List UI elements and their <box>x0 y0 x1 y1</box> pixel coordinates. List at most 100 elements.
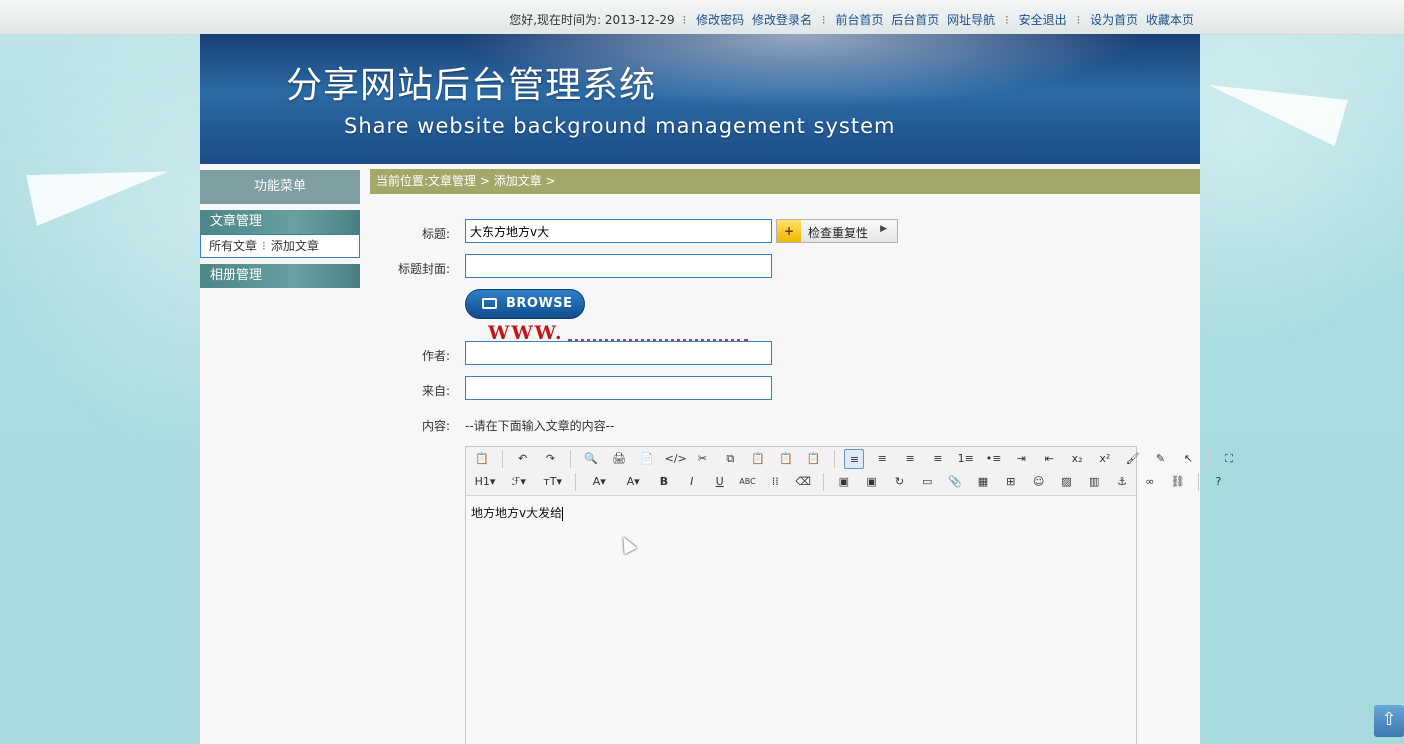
cover-label: 标题封面: <box>397 262 450 276</box>
toolbar-row-2: H1▾ ℱ▾ тT▾ A▾ A▾ B I U ABC ⁞⁞ ⌫ ▣ ▣ ↻ ▭ … <box>472 472 1232 494</box>
italic-icon[interactable]: I <box>682 472 702 492</box>
author-input[interactable] <box>465 341 772 365</box>
banner-title-cn: 分享网站后台管理系统 <box>286 65 657 106</box>
source-input[interactable] <box>465 376 772 400</box>
indent-icon[interactable]: ⇥ <box>1011 449 1031 469</box>
undo-icon[interactable]: ↶ <box>513 449 533 469</box>
admin-home-link[interactable]: 后台首页 <box>891 13 939 27</box>
folder-icon <box>482 298 497 309</box>
page-break-icon[interactable]: ▥ <box>1084 472 1104 492</box>
align-center-icon[interactable]: ≡ <box>872 449 892 469</box>
site-nav-link[interactable]: 网址导航 <box>947 13 995 27</box>
paste-icon[interactable]: 📋 <box>748 449 768 469</box>
text-caret <box>562 506 564 521</box>
sidebar-article-submenu: 所有文章 ⁝ 添加文章 <box>200 234 360 258</box>
paste-plain-icon[interactable]: 📋 <box>776 449 796 469</box>
back-to-top-icon[interactable]: ⇧ <box>1374 705 1404 737</box>
emoticon-icon[interactable]: ☺ <box>1029 472 1049 492</box>
insert-image-icon[interactable]: ▣ <box>834 472 854 492</box>
browse-label: BROWSE <box>506 296 573 311</box>
unlink-icon[interactable]: ⛓ <box>1168 472 1188 492</box>
change-login-name-link[interactable]: 修改登录名 <box>752 13 812 27</box>
outdent-icon[interactable]: ⇤ <box>1039 449 1059 469</box>
plus-icon: + <box>777 220 801 242</box>
title-label: 标题: <box>421 227 450 241</box>
sidebar-menu-title: 功能菜单 <box>200 170 360 204</box>
breadcrumb: 当前位置:文章管理 > 添加文章 > <box>370 169 1200 194</box>
sidebar-item-add-article[interactable]: 添加文章 <box>271 239 319 253</box>
source-label: 来自: <box>421 384 450 398</box>
copy-icon[interactable]: ⧉ <box>720 449 740 469</box>
align-left-icon[interactable]: ≡ <box>844 449 865 469</box>
preview-icon[interactable]: 🔍 <box>581 449 601 469</box>
sidebar-section-album[interactable]: 相册管理 <box>200 264 360 288</box>
line-height-icon[interactable]: ⁞⁞ <box>765 472 785 492</box>
check-duplicate-button[interactable]: + 检查重复性 ▶ <box>776 219 898 243</box>
eraser-icon[interactable]: ⌫ <box>793 472 813 492</box>
caret-right-icon: ▶ <box>880 224 887 234</box>
author-label: 作者: <box>421 349 450 363</box>
title-input[interactable] <box>465 219 772 243</box>
top-links: 您好,现在时间为: 2013-12-29 ⁝ 修改密码 修改登录名 ⁝ 前台首页… <box>509 13 1194 27</box>
unordered-list-icon[interactable]: •≡ <box>984 449 1004 469</box>
bold-icon[interactable]: B <box>654 472 674 492</box>
header-banner: 分享网站后台管理系统 Share website background mana… <box>200 34 1200 164</box>
content-label: 内容: <box>421 419 450 433</box>
banner-title-en: Share website background management syst… <box>344 114 896 138</box>
align-right-icon[interactable]: ≡ <box>900 449 920 469</box>
top-bar: 您好,现在时间为: 2013-12-29 ⁝ 修改密码 修改登录名 ⁝ 前台首页… <box>0 0 1404 35</box>
align-justify-icon[interactable]: ≡ <box>928 449 948 469</box>
ordered-list-icon[interactable]: 1≡ <box>956 449 976 469</box>
horizontal-rule-icon[interactable]: ⊞ <box>1001 472 1021 492</box>
attachment-icon[interactable]: 📎 <box>945 472 965 492</box>
heading-icon[interactable]: H1▾ <box>472 472 498 492</box>
multi-image-icon[interactable]: ▣ <box>862 472 882 492</box>
content-hint: --请在下面输入文章的内容-- <box>465 419 615 433</box>
cover-input[interactable] <box>465 254 772 278</box>
set-homepage-link[interactable]: 设为首页 <box>1090 13 1138 27</box>
change-password-link[interactable]: 修改密码 <box>696 13 744 27</box>
redo-icon[interactable]: ↷ <box>540 449 560 469</box>
help-icon[interactable]: ? <box>1208 472 1228 492</box>
fullscreen-icon[interactable]: ⛶ <box>1219 449 1239 469</box>
sidebar-section-article[interactable]: 文章管理 <box>200 210 360 234</box>
map-icon[interactable]: ▨ <box>1056 472 1076 492</box>
paper-plane-right-decoration <box>1202 61 1348 147</box>
template-icon[interactable]: 📄 <box>637 449 657 469</box>
subscript-icon[interactable]: x₂ <box>1067 449 1087 469</box>
media-icon[interactable]: ▭ <box>917 472 937 492</box>
editor-content-area[interactable]: 地方地方v大发给 <box>466 496 1136 529</box>
anchor-icon[interactable]: ⚓ <box>1112 472 1132 492</box>
logout-link[interactable]: 安全退出 <box>1019 13 1067 27</box>
sidebar-item-all-articles[interactable]: 所有文章 <box>209 239 257 253</box>
toolbar-row-1: 📋 ↶ ↷ 🔍 🖨 📄 </> ✂ ⧉ 📋 📋 📋 ≡ ≡ ≡ ≡ 1≡ •≡ … <box>472 449 1243 471</box>
format-painter-icon[interactable]: ✎ <box>1151 449 1171 469</box>
paste-word-icon[interactable]: 📋 <box>804 449 824 469</box>
sidebar: 功能菜单 文章管理 所有文章 ⁝ 添加文章 相册管理 <box>200 170 360 288</box>
superscript-icon[interactable]: x² <box>1095 449 1115 469</box>
browse-button[interactable]: BROWSE <box>465 289 585 319</box>
flash-icon[interactable]: ↻ <box>889 472 909 492</box>
code-icon[interactable]: </> <box>665 449 687 469</box>
paper-plane-left-decoration <box>26 146 174 226</box>
rich-text-editor: 📋 ↶ ↷ 🔍 🖨 📄 </> ✂ ⧉ 📋 📋 📋 ≡ ≡ ≡ ≡ 1≡ •≡ … <box>465 446 1233 744</box>
clear-format-icon[interactable]: 🖌 <box>1123 449 1143 469</box>
check-duplicate-label: 检查重复性 <box>808 226 869 240</box>
table-icon[interactable]: ▦ <box>973 472 993 492</box>
source-icon[interactable]: 📋 <box>472 449 492 469</box>
select-all-icon[interactable]: ↖ <box>1178 449 1198 469</box>
main-container: 分享网站后台管理系统 Share website background mana… <box>200 34 1233 744</box>
underline-icon[interactable]: U <box>710 472 730 492</box>
bookmark-link[interactable]: 收藏本页 <box>1146 13 1194 27</box>
link-icon[interactable]: ∞ <box>1140 472 1160 492</box>
highlight-color-icon[interactable]: A▾ <box>620 472 646 492</box>
cut-icon[interactable]: ✂ <box>692 449 712 469</box>
print-icon[interactable]: 🖨 <box>609 449 629 469</box>
greeting-text: 您好,现在时间为: 2013-12-29 <box>509 13 675 27</box>
strikethrough-icon[interactable]: ABC <box>737 472 757 492</box>
font-family-icon[interactable]: ℱ▾ <box>506 472 532 492</box>
editor-toolbar: 📋 ↶ ↷ 🔍 🖨 📄 </> ✂ ⧉ 📋 📋 📋 ≡ ≡ ≡ ≡ 1≡ •≡ … <box>466 447 1233 496</box>
font-color-icon[interactable]: A▾ <box>586 472 612 492</box>
font-size-icon[interactable]: тT▾ <box>540 472 566 492</box>
front-home-link[interactable]: 前台首页 <box>835 13 883 27</box>
